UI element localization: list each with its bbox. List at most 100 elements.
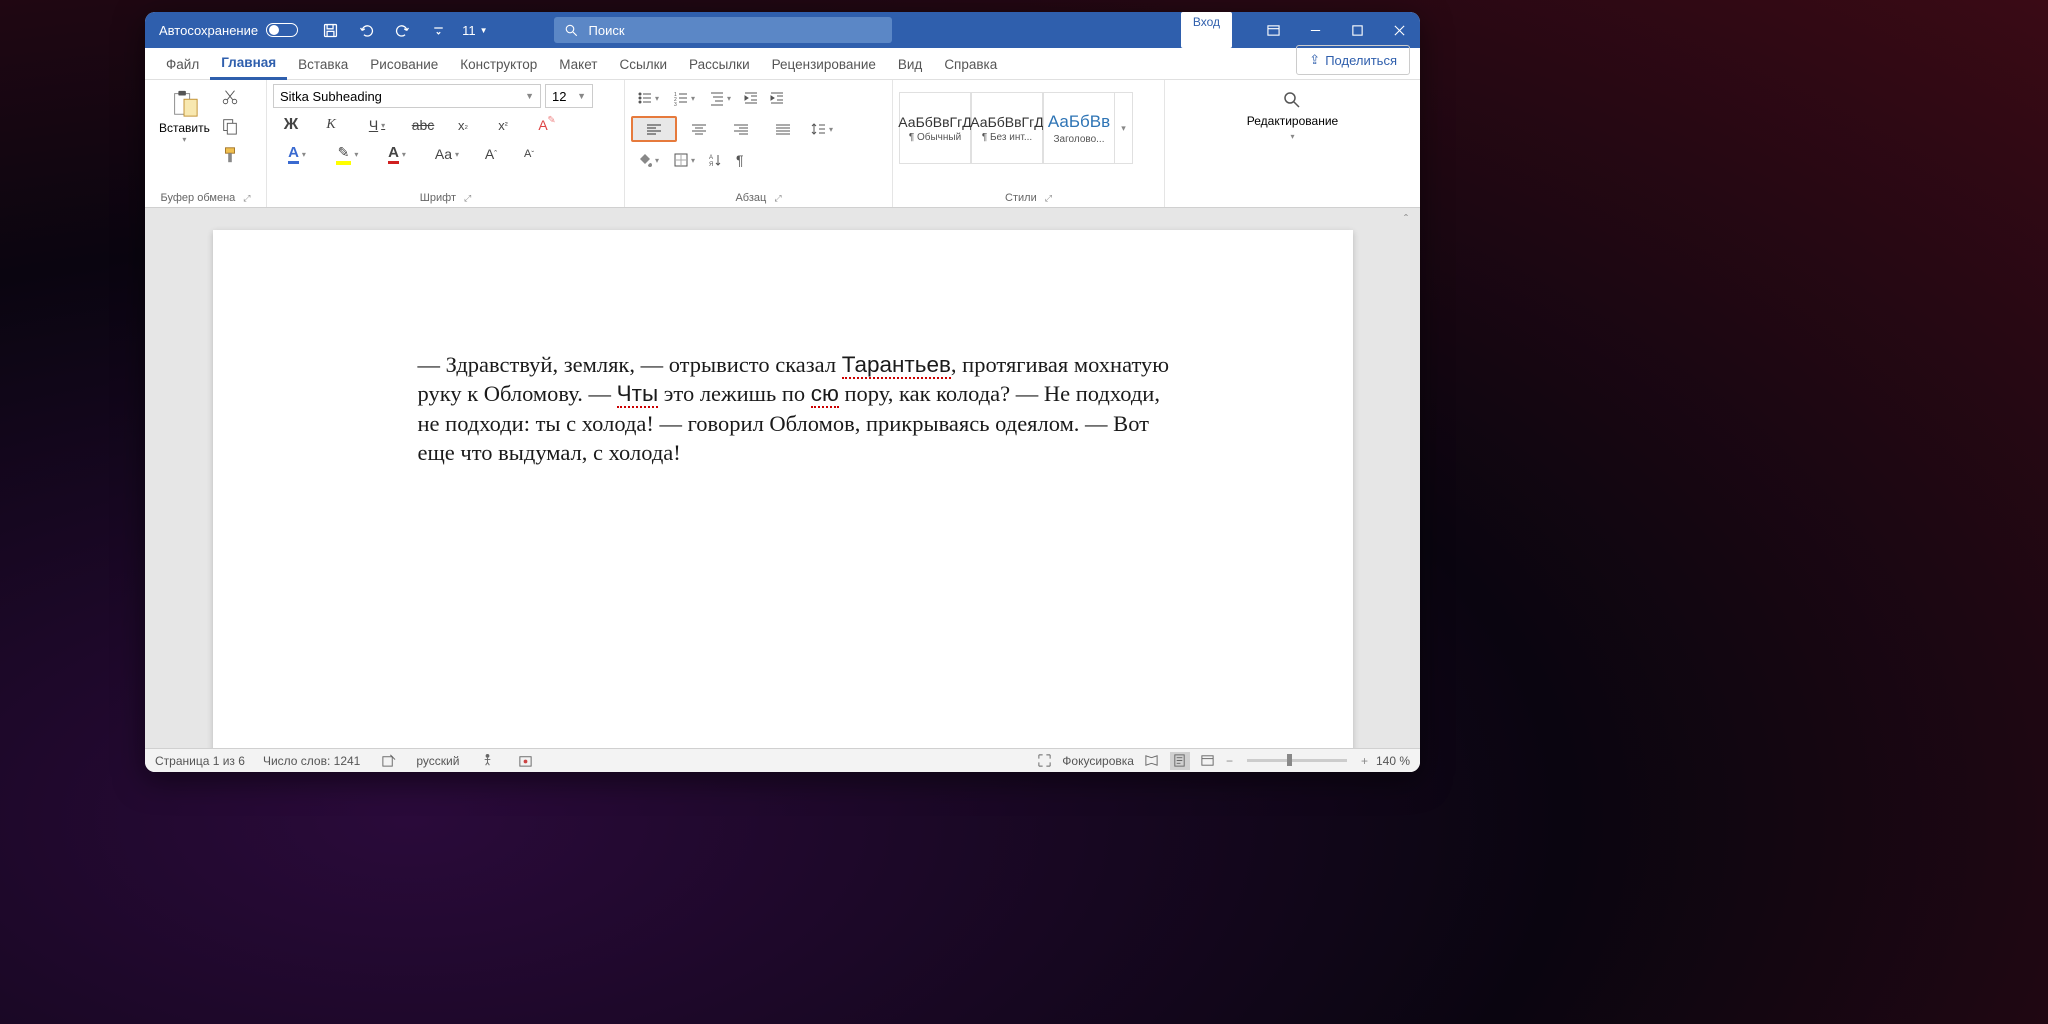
format-painter-icon[interactable] bbox=[221, 146, 239, 169]
svg-text:¶: ¶ bbox=[736, 152, 744, 168]
align-center-button[interactable] bbox=[679, 117, 719, 141]
document-page[interactable]: — Здравствуй, земляк, — отрывисто сказал… bbox=[213, 230, 1353, 748]
show-marks-button[interactable]: ¶ bbox=[729, 148, 753, 172]
accessibility-icon[interactable] bbox=[477, 752, 497, 770]
search-icon bbox=[564, 23, 579, 38]
qat-more-icon[interactable] bbox=[420, 12, 456, 48]
zoom-slider[interactable] bbox=[1247, 759, 1347, 762]
font-launcher-icon[interactable]: ⤢ bbox=[464, 193, 471, 204]
focus-mode-icon[interactable] bbox=[1034, 752, 1054, 770]
align-right-button[interactable] bbox=[721, 117, 761, 141]
paragraph-launcher-icon[interactable]: ⤢ bbox=[774, 193, 781, 204]
multilevel-button[interactable]: ▾ bbox=[703, 86, 737, 110]
ribbon-display-icon[interactable] bbox=[1252, 12, 1294, 48]
tab-design[interactable]: Конструктор bbox=[449, 50, 548, 79]
line-spacing-button[interactable]: ▾ bbox=[805, 117, 839, 141]
shrink-font-button[interactable]: Aˇ bbox=[517, 142, 541, 166]
minimize-icon[interactable] bbox=[1294, 12, 1336, 48]
search-placeholder: Поиск bbox=[589, 23, 625, 38]
web-layout-icon[interactable] bbox=[1198, 752, 1218, 770]
style-no-spacing[interactable]: АаБбВвГгД¶ Без инт... bbox=[971, 92, 1043, 164]
svg-text:Я: Я bbox=[709, 162, 713, 168]
strike-button[interactable]: abc bbox=[411, 113, 435, 137]
shading-button[interactable]: ▾ bbox=[631, 148, 665, 172]
paste-button[interactable]: Вставить ▾ bbox=[151, 84, 218, 148]
close-icon[interactable] bbox=[1378, 12, 1420, 48]
status-language[interactable]: русский bbox=[416, 754, 459, 768]
group-styles-label: Стили bbox=[1005, 192, 1037, 204]
editing-menu[interactable]: Редактирование ▾ bbox=[1233, 84, 1352, 147]
style-heading1[interactable]: АаБбВвЗаголово... bbox=[1043, 92, 1115, 164]
font-size-select[interactable]: 12▼ bbox=[545, 84, 593, 108]
decrease-indent-button[interactable] bbox=[739, 86, 763, 110]
styles-more-icon[interactable]: ▾ bbox=[1115, 92, 1133, 164]
subscript-button[interactable]: x bbox=[451, 113, 475, 137]
status-zoom[interactable]: 140 % bbox=[1376, 754, 1410, 768]
print-layout-icon[interactable] bbox=[1170, 752, 1190, 770]
status-focus[interactable]: Фокусировка bbox=[1062, 754, 1134, 768]
read-mode-icon[interactable] bbox=[1142, 752, 1162, 770]
italic-button[interactable]: К bbox=[319, 113, 343, 137]
search-box[interactable]: Поиск bbox=[554, 17, 892, 43]
spellcheck-icon[interactable] bbox=[378, 752, 398, 770]
status-words[interactable]: Число слов: 1241 bbox=[263, 754, 360, 768]
maximize-icon[interactable] bbox=[1336, 12, 1378, 48]
change-case-button[interactable]: Aa bbox=[429, 142, 465, 166]
tab-references[interactable]: Ссылки bbox=[609, 50, 679, 79]
bullets-button[interactable]: ▾ bbox=[631, 86, 665, 110]
numbering-button[interactable]: 123▾ bbox=[667, 86, 701, 110]
tab-help[interactable]: Справка bbox=[933, 50, 1008, 79]
title-bar: Автосохранение 11▼ Поиск Вход bbox=[145, 12, 1420, 48]
redo-icon[interactable] bbox=[384, 12, 420, 48]
collapse-ribbon-icon[interactable]: ˆ bbox=[1404, 212, 1408, 226]
ribbon-tabs: Файл Главная Вставка Рисование Конструкт… bbox=[145, 48, 1420, 80]
autosave-toggle[interactable]: Автосохранение bbox=[145, 23, 312, 38]
svg-text:A: A bbox=[709, 155, 713, 161]
clear-format-button[interactable]: A✎ bbox=[531, 113, 555, 137]
tab-home[interactable]: Главная bbox=[210, 48, 287, 80]
tab-draw[interactable]: Рисование bbox=[359, 50, 449, 79]
align-justify-button[interactable] bbox=[763, 117, 803, 141]
sort-button[interactable]: AЯ bbox=[703, 148, 727, 172]
undo-icon[interactable] bbox=[348, 12, 384, 48]
underline-button[interactable]: Ч bbox=[359, 113, 395, 137]
increase-indent-button[interactable] bbox=[765, 86, 789, 110]
qat-number[interactable]: 11▼ bbox=[462, 23, 487, 38]
copy-icon[interactable] bbox=[221, 117, 239, 140]
font-name-select[interactable]: Sitka Subheading▼ bbox=[273, 84, 541, 108]
document-text[interactable]: — Здравствуй, земляк, — отрывисто сказал… bbox=[418, 350, 1181, 467]
text-effects-button[interactable]: A bbox=[279, 142, 315, 166]
tab-view[interactable]: Вид bbox=[887, 50, 933, 79]
share-icon: ⇪ bbox=[1309, 52, 1320, 68]
tab-layout[interactable]: Макет bbox=[548, 50, 608, 79]
font-color-button[interactable]: A bbox=[379, 142, 415, 166]
tab-insert[interactable]: Вставка bbox=[287, 50, 359, 79]
group-font-label: Шрифт bbox=[420, 192, 456, 204]
zoom-out-button[interactable]: − bbox=[1226, 754, 1233, 768]
tab-file[interactable]: Файл bbox=[155, 50, 210, 79]
cut-icon[interactable] bbox=[221, 88, 239, 111]
macro-icon[interactable] bbox=[515, 752, 535, 770]
clipboard-launcher-icon[interactable]: ⤢ bbox=[243, 193, 250, 204]
styles-gallery[interactable]: АаБбВвГгД¶ Обычный АаБбВвГгД¶ Без инт...… bbox=[899, 92, 1133, 164]
share-button[interactable]: ⇪Поделиться bbox=[1296, 45, 1410, 75]
align-left-button[interactable] bbox=[631, 116, 677, 142]
group-clipboard-label: Буфер обмена bbox=[161, 192, 236, 204]
zoom-in-button[interactable]: + bbox=[1361, 754, 1368, 768]
status-page[interactable]: Страница 1 из 6 bbox=[155, 754, 245, 768]
highlight-button[interactable]: ✎ bbox=[329, 142, 365, 166]
styles-launcher-icon[interactable]: ⤢ bbox=[1045, 193, 1052, 204]
style-normal[interactable]: АаБбВвГгД¶ Обычный bbox=[899, 92, 971, 164]
document-area[interactable]: ˆ — Здравствуй, земляк, — отрывисто сказ… bbox=[145, 208, 1420, 748]
tab-review[interactable]: Рецензирование bbox=[761, 50, 887, 79]
bold-button[interactable]: Ж bbox=[279, 113, 303, 137]
save-icon[interactable] bbox=[312, 12, 348, 48]
superscript-button[interactable]: x bbox=[491, 113, 515, 137]
borders-button[interactable]: ▾ bbox=[667, 148, 701, 172]
login-button[interactable]: Вход bbox=[1181, 12, 1232, 48]
autosave-label: Автосохранение bbox=[159, 23, 258, 38]
ribbon: Вставить ▾ Буфер обмена ⤢ Sitka Subheadin… bbox=[145, 80, 1420, 208]
tab-mailings[interactable]: Рассылки bbox=[678, 50, 761, 79]
switch-icon[interactable] bbox=[266, 23, 298, 37]
grow-font-button[interactable]: Aˆ bbox=[479, 142, 503, 166]
